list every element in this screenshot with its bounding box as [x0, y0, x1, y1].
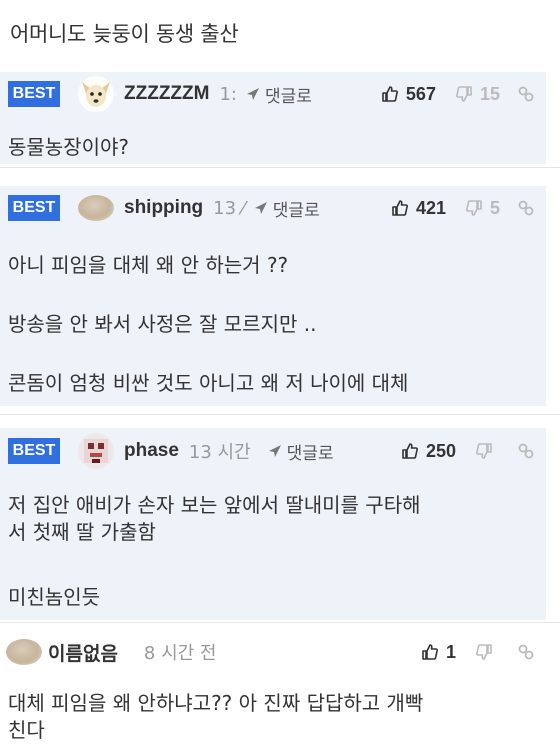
comment-line: 동물농장이야?	[8, 135, 130, 159]
comment-line: 저 집안 애비가 손자 보는 앞에서 딸내미를 구타해	[8, 493, 421, 517]
dislike-button[interactable]	[474, 642, 500, 662]
share-link-button[interactable]	[516, 642, 536, 662]
like-button[interactable]: 250	[400, 441, 456, 462]
comment-4-meta: 이름없음 8 시간 전 1	[0, 633, 546, 671]
send-icon	[254, 202, 267, 214]
like-count: 421	[415, 197, 446, 218]
reply-button[interactable]: 댓글로	[245, 82, 312, 107]
dislike-button[interactable]: 15	[454, 84, 500, 105]
comment-line: 방송을 안 봐서 사정은 잘 모르지만 ..	[8, 312, 317, 336]
dislike-button[interactable]: 5	[464, 198, 500, 219]
divider	[0, 414, 560, 415]
like-button[interactable]: 567	[380, 84, 436, 105]
share-link-button[interactable]	[516, 441, 536, 461]
comment-username[interactable]: 이름없음	[48, 639, 118, 666]
send-icon	[268, 445, 281, 457]
dislike-count: 15	[479, 83, 500, 104]
pixel-avatar[interactable]	[78, 433, 114, 469]
comment-username[interactable]: ZZZZZZM	[124, 83, 209, 105]
reply-label: 댓글로	[286, 443, 334, 464]
link-icon	[518, 86, 534, 102]
comment-1-meta: BEST ZZZZZZM 1: 댓글로 567 15	[0, 75, 546, 113]
like-count: 567	[405, 83, 436, 104]
divider	[0, 622, 560, 623]
thumbs-down-icon	[476, 443, 492, 459]
dislike-count: 5	[489, 197, 500, 218]
comment-line: 아니 피임을 대체 왜 안 하는거 ??	[8, 253, 289, 277]
link-icon	[518, 200, 534, 216]
comment-2-text: 콘돔이 엄청 비싼 것도 아니고 왜 저 나이에 대체	[8, 370, 544, 397]
reply-button[interactable]: 댓글로	[253, 196, 320, 221]
comment-time: 13 ⁄	[213, 197, 245, 219]
share-link-button[interactable]	[516, 84, 536, 104]
divider	[0, 167, 560, 168]
blurred-avatar[interactable]	[78, 190, 114, 226]
share-link-button[interactable]	[516, 198, 536, 218]
comment-1-text: 동물농장이야?	[8, 134, 544, 161]
dislike-button[interactable]	[474, 441, 500, 461]
reply-button[interactable]: 댓글로	[267, 439, 334, 464]
comment-line: 대체 피임을 왜 안하냐고?? 아 진짜 답답하고 개빡	[8, 691, 424, 715]
best-badge: BEST	[8, 81, 60, 107]
dog-avatar-icon[interactable]	[78, 76, 114, 112]
comment-3-text: 미친놈인듯	[8, 584, 544, 611]
comment-time: 1:	[219, 83, 237, 105]
comment-line: 친다	[8, 718, 45, 742]
thumbs-up-icon	[402, 443, 418, 459]
comment-time: 8 시간 전	[143, 643, 217, 664]
comment-time: 13 시간	[188, 442, 251, 463]
post-title: 어머니도 늦둥이 동생 출산	[10, 22, 239, 46]
like-button[interactable]: 1	[420, 642, 456, 663]
like-count: 250	[425, 440, 456, 461]
comment-2-meta: BEST shipping 13 ⁄ 댓글로 421 5	[0, 189, 546, 227]
blurred-avatar[interactable]	[6, 634, 42, 670]
like-button[interactable]: 421	[390, 198, 446, 219]
thumbs-up-icon	[422, 644, 438, 660]
send-icon	[247, 88, 259, 100]
thumbs-down-icon	[455, 86, 472, 102]
reply-label: 댓글로	[265, 86, 312, 107]
comment-line: 미친놈인듯	[8, 585, 100, 609]
comment-3-text: 저 집안 애비가 손자 보는 앞에서 딸내미를 구타해 서 첫째 딸 가출함	[8, 492, 544, 546]
thumbs-up-icon	[382, 86, 398, 102]
comment-username[interactable]: shipping	[124, 197, 203, 219]
comment-2-text: 방송을 안 봐서 사정은 잘 모르지만 ..	[8, 311, 544, 338]
comment-2-text: 아니 피임을 대체 왜 안 하는거 ??	[8, 252, 544, 279]
thumbs-down-icon	[476, 644, 492, 660]
comment-4-text: 대체 피임을 왜 안하냐고?? 아 진짜 답답하고 개빡 친다	[8, 690, 544, 744]
comment-username[interactable]: phase	[124, 440, 179, 462]
best-badge: BEST	[8, 195, 60, 221]
comment-3-meta: BEST phase 13 시간 댓글로 250	[0, 432, 546, 470]
like-count: 1	[445, 641, 456, 662]
best-badge: BEST	[8, 438, 60, 464]
comment-line: 서 첫째 딸 가출함	[8, 520, 156, 544]
reply-label: 댓글로	[272, 200, 320, 221]
comment-line: 콘돔이 엄청 비싼 것도 아니고 왜 저 나이에 대체	[8, 371, 409, 395]
link-icon	[518, 443, 534, 459]
link-icon	[518, 644, 534, 660]
thumbs-down-icon	[465, 200, 482, 216]
thumbs-up-icon	[392, 200, 408, 216]
